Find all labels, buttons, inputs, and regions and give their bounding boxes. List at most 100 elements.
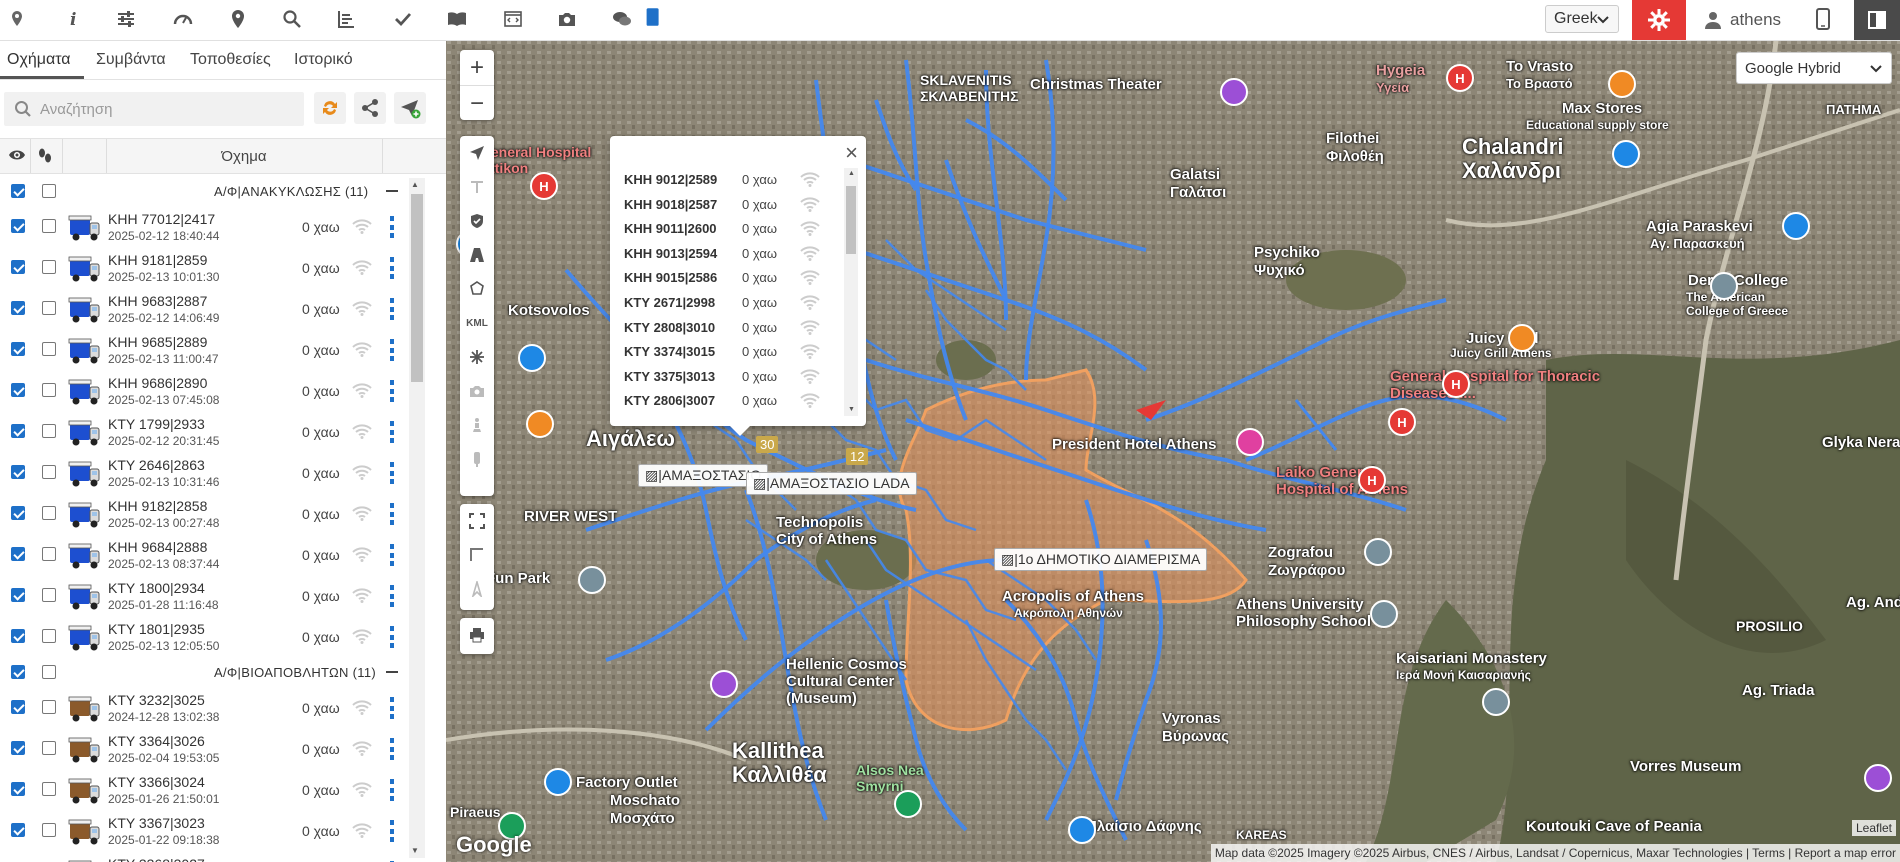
camera-icon[interactable] [554,6,580,32]
tab-places[interactable]: Τοποθεσίες [190,51,271,69]
vehicle-visible-checkbox[interactable] [11,741,25,755]
vehicle-follow-checkbox[interactable] [42,588,56,602]
vehicle-visible-checkbox[interactable] [11,506,25,520]
send-command-button[interactable] [394,92,426,124]
vehicle-follow-checkbox[interactable] [42,301,56,315]
vehicle-menu-icon[interactable] [390,544,394,566]
vehicle-menu-icon[interactable] [390,257,394,279]
search-input[interactable] [38,99,292,119]
district-label[interactable]: ▨|1ο ΔΗΜΟΤΙΚΟ ΔΙΑΜΕΡΙΣΜΑ [994,548,1208,571]
vehicle-visible-checkbox[interactable] [11,342,25,356]
vehicle-follow-checkbox[interactable] [42,219,56,233]
navigate-tool-icon[interactable] [460,136,494,170]
hospital-marker-icon[interactable]: H [1388,408,1416,436]
vehicle-row[interactable]: ΚΗΗ 9686|2890 2025-02-13 07:45:08 0 χαω [0,370,430,411]
vehicle-visible-checkbox[interactable] [11,219,25,233]
vehicle-menu-icon[interactable] [390,216,394,238]
vehicle-menu-icon[interactable] [390,820,394,842]
map-marker-icon[interactable] [225,6,251,32]
vehicle-follow-checkbox[interactable] [42,424,56,438]
hotel-marker-icon[interactable] [1236,428,1264,456]
vehicle-menu-icon[interactable] [390,738,394,760]
shop-marker-icon[interactable] [518,344,546,372]
popup-vehicle-row[interactable]: ΚΗΗ 9011|2600 0 χαω [624,217,844,242]
depot-label[interactable]: ▨|ΑΜΑΞΟΣΤΑΣΙΟ LADA [746,472,917,495]
vehicle-visible-checkbox[interactable] [11,301,25,315]
vehicle-row[interactable]: ΚΤΥ 1800|2934 2025-01-28 11:16:48 0 χαω [0,575,430,616]
tab-vehicles[interactable]: Οχήματα [7,51,71,69]
restaurant-marker-icon[interactable] [1508,324,1536,352]
vehicle-group-row[interactable]: Α/Φ|ΒΙΟΑΠΟΒΛΗΤΩΝ (11) [0,657,430,687]
vehicle-follow-checkbox[interactable] [42,700,56,714]
shop-marker-icon[interactable] [1612,140,1640,168]
popup-vehicle-row[interactable]: ΚΗΗ 9018|2587 0 χαω [624,193,844,218]
vehicle-follow-checkbox[interactable] [42,741,56,755]
vehicle-follow-checkbox[interactable] [42,342,56,356]
vehicle-row[interactable]: ΚΤΥ 3366|3024 2025-01-26 21:50:01 0 χαω [0,769,430,810]
popup-vehicle-row[interactable]: ΚΤΥ 2808|3010 0 χαω [624,316,844,341]
check-icon[interactable] [390,6,416,32]
settings-button[interactable] [1632,0,1686,40]
vehicle-group-row[interactable]: Α/Φ|ΑΝΑΚΥΚΛΩΣΗΣ (11) [0,176,430,206]
column-title-vehicle[interactable]: Όχημα [106,148,382,165]
vehicle-menu-icon[interactable] [390,626,394,648]
vehicle-menu-icon[interactable] [390,380,394,402]
scroll-up-arrow-icon[interactable]: ▲ [411,180,419,189]
vehicle-menu-icon[interactable] [390,697,394,719]
sidebar-scrollbar-thumb[interactable] [411,194,423,382]
search-icon[interactable] [279,6,305,32]
popup-vehicle-row[interactable]: ΚΗΗ 9013|2594 0 χαω [624,242,844,267]
scroll-up-arrow-icon[interactable]: ▲ [848,170,855,177]
info-icon[interactable]: i [60,6,86,32]
park-marker-icon[interactable] [894,790,922,818]
vehicle-menu-icon[interactable] [390,779,394,801]
collapse-icon[interactable] [386,671,398,673]
map-attribution[interactable]: Map data ©2025 Imagery ©2025 Airbus, CNE… [1210,844,1900,862]
vehicle-visible-checkbox[interactable] [11,260,25,274]
group-visible-checkbox[interactable] [11,665,25,679]
shield-tool-icon[interactable] [460,204,494,238]
popup-scrollbar-thumb[interactable] [846,186,856,254]
hospital-marker-icon[interactable]: H [530,172,558,200]
zoom-out-button[interactable]: − [460,86,494,121]
vehicle-menu-icon[interactable] [390,339,394,361]
vehicle-menu-icon[interactable] [390,298,394,320]
vehicle-follow-checkbox[interactable] [42,629,56,643]
map-layer-select[interactable]: Google Hybrid [1736,52,1892,84]
vehicle-row[interactable]: ΚΤΥ 3367|3023 2025-01-22 09:18:38 0 χαω [0,810,430,851]
language-select[interactable]: Greek [1545,5,1619,33]
compass-icon[interactable] [460,572,494,606]
vehicle-row[interactable]: ΚΤΥ 3232|3025 2024-12-28 13:02:38 0 χαω [0,687,430,728]
vehicle-follow-checkbox[interactable] [42,260,56,274]
share-button[interactable] [354,92,386,124]
collapse-icon[interactable] [386,190,398,192]
school-marker-icon[interactable] [1370,600,1398,628]
vehicle-visible-checkbox[interactable] [11,383,25,397]
landmark-marker-icon[interactable] [578,566,606,594]
kml-tool-icon[interactable]: KML [460,306,494,340]
vehicle-visible-checkbox[interactable] [11,547,25,561]
vehicle-row[interactable]: ΚΗΗ 9685|2889 2025-02-13 11:00:47 0 χαω [0,329,430,370]
vehicle-follow-checkbox[interactable] [42,383,56,397]
vehicle-row[interactable]: ΚΤΥ 1799|2933 2025-02-12 20:31:45 0 χαω [0,411,430,452]
leaflet-attribution[interactable]: Leaflet [1851,820,1896,836]
popup-vehicle-row[interactable]: ΚΤΥ 3375|3013 0 χαω [624,365,844,390]
vehicle-menu-icon[interactable] [390,585,394,607]
vehicle-follow-checkbox[interactable] [42,782,56,796]
text-tool-icon[interactable] [460,170,494,204]
vehicle-row[interactable]: ΚΤΥ 2646|2863 2025-02-13 10:31:46 0 χαω [0,452,430,493]
vehicle-row[interactable]: ΚΤΥ 3368|3027 [0,851,430,862]
scroll-down-arrow-icon[interactable]: ▼ [848,406,855,413]
logo-pin-icon[interactable] [4,6,30,32]
hospital-marker-icon[interactable]: H [1446,64,1474,92]
code-window-icon[interactable] [500,6,526,32]
vehicle-follow-checkbox[interactable] [42,547,56,561]
scroll-down-arrow-icon[interactable]: ▼ [411,846,419,855]
vehicle-row[interactable]: ΚΗΗ 77012|2417 2025-02-12 18:40:44 0 χαω [0,206,430,247]
print-icon[interactable] [460,618,494,652]
tab-history[interactable]: Ιστορικό [294,51,353,69]
eye-icon[interactable] [8,148,26,162]
zoom-in-button[interactable]: + [460,50,494,86]
chat-icon[interactable] [609,6,635,32]
phone-icon[interactable] [1816,8,1830,33]
